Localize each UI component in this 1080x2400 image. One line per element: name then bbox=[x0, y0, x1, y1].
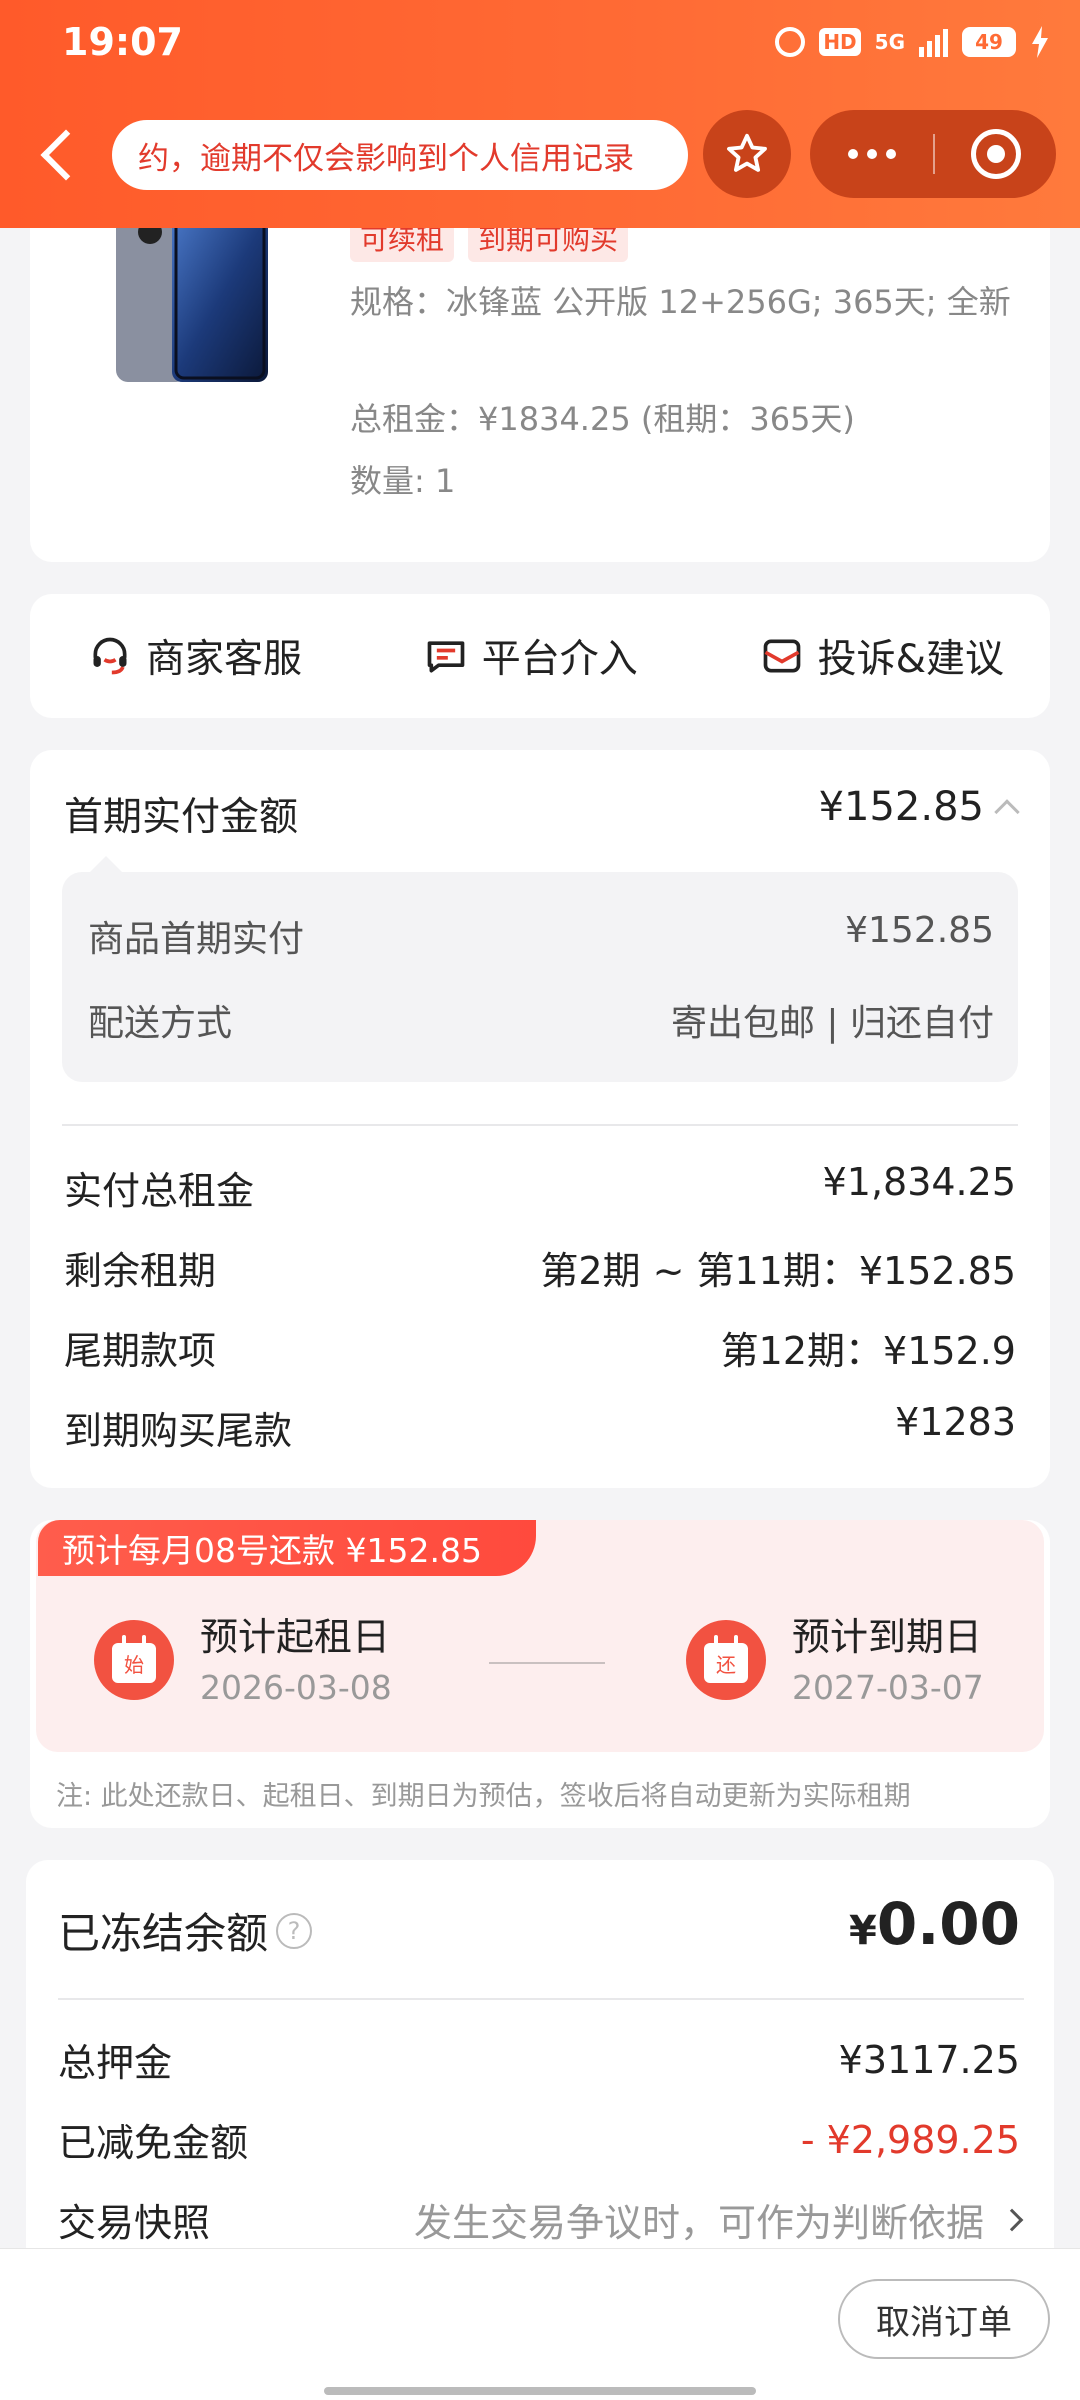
product-rent-total: 总租金：¥1834.25 (租期：365天) bbox=[350, 400, 855, 438]
waived-value: - ¥2,989.25 bbox=[800, 2117, 1020, 2162]
row-snapshot[interactable]: 交易快照 发生交易争议时，可作为判断依据 bbox=[58, 2192, 1024, 2247]
chevron-up-icon bbox=[994, 799, 1020, 825]
remaining-value: 第2期 ~ 第11期：¥152.85 bbox=[540, 1249, 1016, 1293]
buyout-label: 到期购买尾款 bbox=[64, 1409, 293, 1453]
shipping-value: 寄出包邮 | 归还自付 bbox=[670, 1003, 994, 1044]
schedule-panel: 预计每月08号还款 ¥152.85 始 预计起租日 2026-03-08 还 预… bbox=[36, 1520, 1044, 1752]
nav-bar: 约，逾期不仅会影响到个人信用记录 bbox=[0, 110, 1080, 200]
header: 19:07 HD 5G 49 约，逾期不仅会影响到个人信用记录 bbox=[0, 0, 1080, 228]
signal-icon bbox=[919, 27, 948, 57]
remaining-label: 剩余租期 bbox=[64, 1249, 217, 1293]
schedule-note: 注: 此处还款日、起租日、到期日为预估，签收后将自动更新为实际租期 bbox=[56, 1781, 911, 1812]
frozen-balance-value: ¥0.00 bbox=[849, 1890, 1020, 1958]
buyout-value: ¥1283 bbox=[895, 1400, 1016, 1444]
goods-first-label: 商品首期实付 bbox=[88, 919, 305, 960]
shipping-label: 配送方式 bbox=[88, 1003, 233, 1044]
hd-icon: HD bbox=[819, 28, 861, 56]
date-connector-line bbox=[489, 1662, 605, 1664]
payment-card: 首期实付金额 ¥152.85 商品首期实付 ¥152.85 配送方式 寄出包邮 … bbox=[30, 750, 1050, 1488]
home-indicator[interactable] bbox=[324, 2387, 756, 2395]
miniapp-capsule bbox=[810, 110, 1056, 198]
merchant-service-label: 商家客服 bbox=[146, 637, 303, 682]
end-date-label: 预计到期日 bbox=[792, 1615, 983, 1659]
total-rent-value: ¥1,834.25 bbox=[822, 1160, 1016, 1204]
platform-intervene-button[interactable]: 平台介入 bbox=[424, 628, 638, 684]
divider bbox=[58, 1998, 1024, 2000]
currency-symbol: ¥ bbox=[849, 1908, 877, 1954]
row-remaining-period: 剩余租期 第2期 ~ 第11期：¥152.85 bbox=[64, 1240, 1016, 1295]
first-payment-toggle[interactable]: ¥152.85 bbox=[818, 784, 1020, 830]
calendar-end-icon: 还 bbox=[686, 1620, 766, 1700]
product-card: 可续租 到期可购买 规格：冰锋蓝 公开版 12+256G; 365天; 全新 总… bbox=[30, 180, 1050, 562]
final-label: 尾期款项 bbox=[64, 1329, 217, 1373]
headset-icon bbox=[93, 637, 127, 675]
deposit-value: ¥3117.25 bbox=[838, 2037, 1020, 2082]
platform-intervene-label: 平台介入 bbox=[481, 637, 638, 682]
first-payment-value: ¥152.85 bbox=[818, 784, 984, 830]
final-value: 第12期：¥152.9 bbox=[720, 1329, 1016, 1373]
snapshot-link[interactable]: 发生交易争议时，可作为判断依据 bbox=[413, 2192, 1024, 2247]
row-total-rent: 实付总租金 ¥1,834.25 bbox=[64, 1160, 1016, 1215]
start-date-value: 2026-03-08 bbox=[200, 1668, 392, 1707]
detail-row-goods: 商品首期实付 ¥152.85 bbox=[88, 910, 994, 962]
schedule-card: 预计每月08号还款 ¥152.85 始 预计起租日 2026-03-08 还 预… bbox=[30, 1520, 1050, 1828]
first-payment-label: 首期实付金额 bbox=[64, 795, 299, 840]
merchant-service-button[interactable]: 商家客服 bbox=[88, 628, 302, 684]
cancel-order-button[interactable]: 取消订单 bbox=[838, 2279, 1050, 2359]
snapshot-value: 发生交易争议时，可作为判断依据 bbox=[413, 2201, 984, 2245]
frozen-balance-amount: 0.00 bbox=[876, 1890, 1020, 1958]
row-buyout: 到期购买尾款 ¥1283 bbox=[64, 1400, 1016, 1455]
back-arrow-icon[interactable] bbox=[30, 122, 90, 188]
total-rent-label: 实付总租金 bbox=[64, 1169, 255, 1213]
divider bbox=[62, 1124, 1018, 1126]
help-icon[interactable]: ? bbox=[276, 1912, 313, 1949]
calendar-start-icon: 始 bbox=[94, 1620, 174, 1700]
goods-first-value: ¥152.85 bbox=[845, 910, 994, 951]
frozen-balance-title: 已冻结余额 ? bbox=[58, 1900, 313, 1961]
service-card: 商家客服 平台介入 投诉&建议 bbox=[30, 594, 1050, 718]
end-date-value: 2027-03-07 bbox=[792, 1668, 984, 1707]
more-icon[interactable] bbox=[810, 110, 933, 198]
status-bar: 19:07 HD 5G 49 bbox=[0, 0, 1080, 84]
balance-card: 已冻结余额 ? ¥0.00 总押金 ¥3117.25 已减免金额 - ¥2,98… bbox=[26, 1860, 1054, 2280]
chevron-right-icon bbox=[1000, 2208, 1024, 2231]
close-circle-icon[interactable] bbox=[935, 110, 1056, 198]
star-icon bbox=[727, 133, 767, 172]
start-date-label: 预计起租日 bbox=[200, 1615, 391, 1659]
notice-text: 约，逾期不仅会影响到个人信用记录 bbox=[138, 140, 634, 177]
mailbox-icon bbox=[763, 639, 800, 673]
battery-icon: 49 bbox=[962, 27, 1016, 57]
status-time: 19:07 bbox=[62, 20, 183, 64]
complaint-button[interactable]: 投诉&建议 bbox=[760, 628, 1004, 684]
phone-product-image[interactable] bbox=[116, 216, 268, 384]
row-final-installment: 尾期款项 第12期：¥152.9 bbox=[64, 1320, 1016, 1375]
bottom-action-bar: 取消订单 bbox=[0, 2248, 1080, 2400]
status-icons: HD 5G 49 bbox=[775, 26, 1050, 58]
notice-marquee[interactable]: 约，逾期不仅会影响到个人信用记录 bbox=[112, 120, 688, 190]
message-icon bbox=[427, 641, 465, 673]
repayment-banner: 预计每月08号还款 ¥152.85 bbox=[38, 1520, 536, 1576]
charging-icon bbox=[1030, 26, 1050, 58]
row-waived: 已减免金额 - ¥2,989.25 bbox=[58, 2112, 1020, 2167]
frozen-balance-label: 已冻结余额 bbox=[58, 1909, 269, 1958]
first-payment-detail: 商品首期实付 ¥152.85 配送方式 寄出包邮 | 归还自付 bbox=[62, 856, 1018, 1082]
complaint-label: 投诉&建议 bbox=[817, 637, 1004, 682]
product-quantity: 数量: 1 bbox=[350, 462, 456, 500]
deposit-label: 总押金 bbox=[58, 2041, 173, 2085]
snapshot-label: 交易快照 bbox=[58, 2201, 211, 2245]
detail-row-shipping: 配送方式 寄出包邮 | 归还自付 bbox=[88, 994, 994, 1046]
row-deposit: 总押金 ¥3117.25 bbox=[58, 2032, 1020, 2087]
favorite-button[interactable] bbox=[703, 110, 791, 198]
product-spec: 规格：冰锋蓝 公开版 12+256G; 365天; 全新 bbox=[350, 283, 1011, 321]
waived-label: 已减免金额 bbox=[58, 2121, 249, 2165]
network-label: 5G bbox=[874, 30, 905, 54]
alarm-icon bbox=[775, 27, 806, 57]
